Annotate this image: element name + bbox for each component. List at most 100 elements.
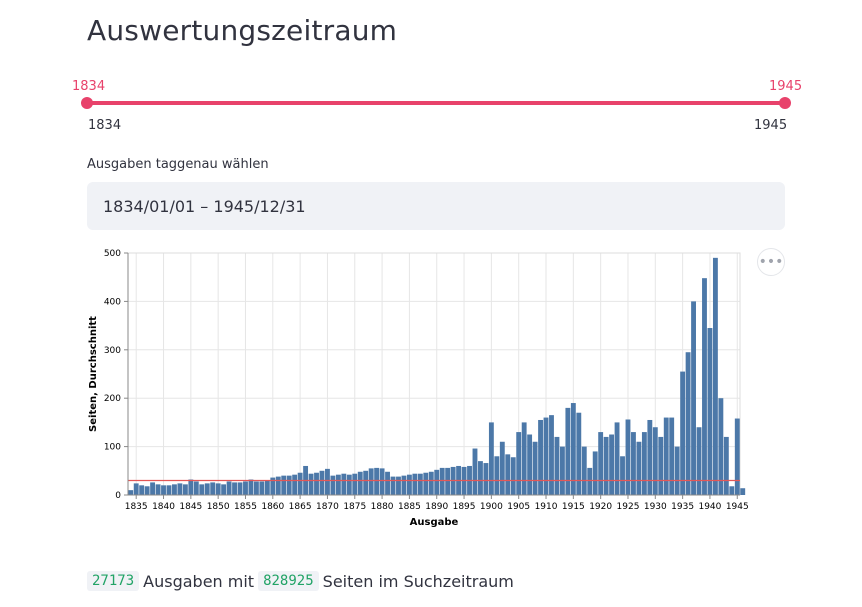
bar xyxy=(631,432,636,495)
bar xyxy=(259,481,265,495)
bar xyxy=(188,479,194,495)
bar xyxy=(297,472,303,495)
bar xyxy=(182,484,188,495)
bar xyxy=(253,481,259,495)
bar xyxy=(740,488,746,495)
bar xyxy=(723,436,729,495)
x-tick-label: 1905 xyxy=(507,502,530,512)
bar xyxy=(625,419,631,495)
bar xyxy=(538,419,543,495)
bar xyxy=(374,467,380,495)
bar xyxy=(609,434,615,495)
summary-line: 27173 Ausgaben mit 828925 Seiten im Such… xyxy=(87,571,514,591)
bar xyxy=(669,417,675,495)
bar xyxy=(494,456,500,495)
bar xyxy=(576,412,582,495)
bar xyxy=(702,278,707,495)
bar xyxy=(308,473,314,495)
chart-menu-button[interactable]: ••• xyxy=(757,248,785,276)
x-tick-label: 1835 xyxy=(125,502,148,512)
bar xyxy=(335,474,341,495)
bar xyxy=(346,474,352,495)
bar xyxy=(521,422,527,495)
bar xyxy=(363,470,369,495)
bar-chart: 0 100 200 300 400 500 1835 1840 1845 1850 1855 1860… xyxy=(88,249,749,528)
bar xyxy=(243,481,248,495)
bar xyxy=(565,407,571,495)
bar xyxy=(734,418,740,495)
bar xyxy=(652,427,658,495)
x-tick-label: 1890 xyxy=(425,502,448,512)
x-tick-label: 1865 xyxy=(289,502,312,512)
bar xyxy=(712,257,718,495)
bar xyxy=(685,352,691,495)
bar xyxy=(554,436,560,495)
slider-selected-max-label: 1945 xyxy=(769,79,803,94)
bar xyxy=(423,472,429,495)
bar xyxy=(598,432,604,495)
bar xyxy=(144,486,150,495)
page-title: Auswertungszeitraum xyxy=(87,14,398,47)
range-slider-max-handle[interactable] xyxy=(779,97,791,109)
x-tick-label: 1940 xyxy=(698,502,721,512)
bar xyxy=(658,436,664,495)
bar xyxy=(603,436,609,495)
y-tick-label: 500 xyxy=(104,249,121,259)
bar xyxy=(570,403,576,495)
y-axis-label: Seiten, Durchschnitt xyxy=(88,316,99,432)
bar xyxy=(663,417,669,495)
bar xyxy=(221,484,227,495)
bar xyxy=(292,474,298,495)
bar xyxy=(204,483,210,495)
bar xyxy=(499,441,505,495)
bar xyxy=(691,301,696,495)
y-tick-label: 400 xyxy=(104,297,121,307)
range-slider-min-handle[interactable] xyxy=(81,97,93,109)
date-range-input[interactable]: 1834/01/01 – 1945/12/31 xyxy=(87,182,785,230)
bar xyxy=(396,476,401,495)
bar xyxy=(543,417,549,495)
bar xyxy=(155,484,161,495)
bar xyxy=(641,432,647,495)
bar xyxy=(478,461,483,495)
x-tick-label: 1885 xyxy=(398,502,421,512)
bar xyxy=(434,469,440,495)
bar xyxy=(281,475,287,495)
x-tick-label: 1930 xyxy=(644,502,667,512)
bar xyxy=(226,481,232,495)
y-tick-label: 0 xyxy=(115,491,121,501)
bar xyxy=(592,451,598,495)
bar xyxy=(314,472,319,495)
slider-min-bound-label: 1834 xyxy=(88,118,122,133)
bar xyxy=(379,468,385,495)
x-tick-label: 1925 xyxy=(617,502,640,512)
bar xyxy=(417,473,423,495)
date-range-label: Ausgaben taggenau wählen xyxy=(87,157,269,172)
bar xyxy=(428,471,434,495)
bar xyxy=(680,371,686,495)
bar xyxy=(505,454,511,495)
pages-count-badge: 828925 xyxy=(258,571,319,591)
bar xyxy=(445,467,451,495)
bar xyxy=(357,471,363,495)
bar xyxy=(696,427,702,495)
editions-count-badge: 27173 xyxy=(87,571,140,591)
bar xyxy=(166,485,172,495)
slider-selected-min-label: 1834 xyxy=(72,79,106,94)
bar xyxy=(401,475,407,495)
x-tick-label: 1875 xyxy=(343,502,366,512)
bar xyxy=(614,422,620,495)
bar xyxy=(150,482,156,495)
x-tick-label: 1855 xyxy=(234,502,257,512)
bar xyxy=(248,479,254,495)
bar xyxy=(674,446,680,495)
bar xyxy=(325,468,330,495)
bar xyxy=(620,456,625,495)
bar xyxy=(587,467,593,495)
summary-text-end: Seiten im Suchzeitraum xyxy=(322,571,514,591)
bar xyxy=(390,476,396,495)
x-tick-label: 1915 xyxy=(562,502,585,512)
bar xyxy=(510,457,516,495)
range-slider-track[interactable] xyxy=(87,101,785,105)
x-tick-label: 1900 xyxy=(480,502,503,512)
